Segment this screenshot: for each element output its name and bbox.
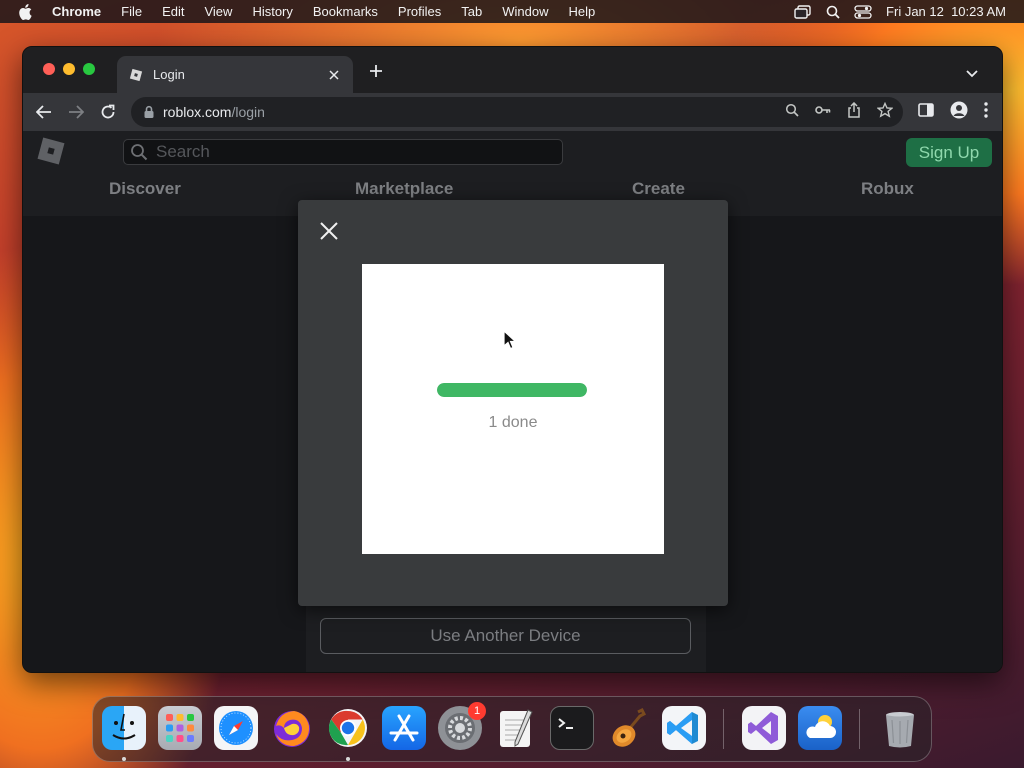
menu-bar: Chrome File Edit View History Bookmarks …: [0, 0, 1024, 23]
tab-strip: Login: [23, 47, 1002, 93]
search-icon: [131, 144, 148, 161]
menu-tab[interactable]: Tab: [461, 4, 482, 19]
finder-icon[interactable]: [102, 706, 146, 750]
lock-icon[interactable]: [143, 105, 155, 119]
nav-robux[interactable]: Robux: [861, 179, 914, 199]
side-panel-icon[interactable]: [918, 102, 934, 122]
sign-up-button[interactable]: Sign Up: [906, 138, 992, 167]
menubar-status-area: Fri Jan 12 10:23 AM: [794, 0, 1006, 23]
tab-close-icon[interactable]: [325, 66, 343, 84]
page-content: Sign Up Discover Marketplace Create Robu…: [23, 131, 1002, 672]
share-icon[interactable]: [847, 101, 861, 123]
nav-create[interactable]: Create: [632, 179, 685, 199]
status-text: 1 done: [488, 414, 538, 431]
password-key-icon[interactable]: [815, 103, 831, 121]
menu-history[interactable]: History: [252, 4, 292, 19]
forward-arrow-icon[interactable]: [67, 103, 85, 121]
url-path: /login: [231, 104, 265, 120]
app-store-icon[interactable]: [382, 706, 426, 750]
roblox-logo-icon[interactable]: [37, 137, 65, 165]
address-bar[interactable]: roblox.com/login: [131, 97, 903, 127]
new-tab-icon[interactable]: [368, 63, 384, 79]
textedit-icon[interactable]: [494, 706, 538, 750]
menu-profiles[interactable]: Profiles: [398, 4, 441, 19]
site-search-box[interactable]: [123, 139, 563, 165]
search-input[interactable]: [156, 142, 536, 162]
zoom-window-button[interactable]: [83, 63, 95, 75]
browser-toolbar: roblox.com/login: [23, 93, 1002, 131]
progress-bar: [437, 383, 587, 397]
mouse-cursor-icon: [503, 330, 517, 350]
menu-file[interactable]: File: [121, 4, 142, 19]
menu-edit[interactable]: Edit: [162, 4, 184, 19]
omnibox-actions: [785, 97, 894, 127]
menu-window[interactable]: Window: [502, 4, 548, 19]
url-host: roblox.com: [163, 104, 232, 120]
safari-icon[interactable]: [214, 706, 258, 750]
dock-separator: [723, 709, 724, 749]
dock: 1: [92, 696, 932, 762]
vscode-icon[interactable]: [662, 706, 706, 750]
menubar-clock[interactable]: Fri Jan 12 10:23 AM: [886, 4, 1006, 19]
roblox-favicon-icon: [129, 68, 143, 81]
control-center-icon[interactable]: [854, 4, 872, 19]
toolbar-actions: [918, 93, 988, 131]
chrome-icon[interactable]: [326, 706, 370, 750]
use-another-device-button[interactable]: Use Another Device: [320, 618, 691, 654]
visual-studio-icon[interactable]: [742, 706, 786, 750]
window-controls: [43, 63, 95, 75]
minimize-window-button[interactable]: [63, 63, 75, 75]
menu-view[interactable]: View: [204, 4, 232, 19]
back-arrow-icon[interactable]: [35, 103, 53, 121]
tab-title: Login: [153, 67, 185, 82]
settings-notification-badge: 1: [468, 702, 486, 720]
modal-close-icon[interactable]: [318, 220, 340, 242]
bookmark-star-icon[interactable]: [876, 101, 894, 123]
launchpad-icon[interactable]: [158, 706, 202, 750]
trash-icon[interactable]: [878, 706, 922, 750]
verification-modal: 1 done: [298, 200, 728, 606]
chrome-window: Login roblox.com/login Search Sign Up Di…: [22, 46, 1003, 673]
profile-avatar-icon[interactable]: [950, 101, 968, 124]
menu-help[interactable]: Help: [569, 4, 596, 19]
more-menu-icon[interactable]: [984, 101, 988, 123]
tab-search-chevron-icon[interactable]: [966, 65, 978, 83]
dock-separator-trash: [859, 709, 860, 749]
finder-running-indicator: [122, 757, 126, 761]
url-text[interactable]: roblox.com/login: [163, 104, 265, 120]
spotlight-search-icon[interactable]: [826, 5, 840, 19]
reload-icon[interactable]: [99, 103, 117, 121]
apple-icon[interactable]: [18, 3, 36, 20]
system-settings-icon[interactable]: 1: [438, 702, 486, 750]
zoom-search-icon[interactable]: [785, 103, 799, 122]
menu-bookmarks[interactable]: Bookmarks: [313, 4, 378, 19]
tab-login[interactable]: Login: [117, 56, 353, 93]
nav-marketplace[interactable]: Marketplace: [355, 179, 453, 199]
chrome-running-indicator: [346, 757, 350, 761]
garageband-icon[interactable]: [606, 706, 650, 750]
screen-mirroring-icon[interactable]: [794, 4, 812, 19]
nav-discover[interactable]: Discover: [109, 179, 181, 199]
firefox-icon[interactable]: [270, 706, 314, 750]
progress-bar-fill: [437, 383, 587, 397]
weather-icon[interactable]: [798, 706, 842, 750]
menu-app-name[interactable]: Chrome: [52, 4, 101, 19]
close-window-button[interactable]: [43, 63, 55, 75]
terminal-icon[interactable]: [550, 706, 594, 750]
captcha-frame: 1 done: [362, 264, 664, 554]
